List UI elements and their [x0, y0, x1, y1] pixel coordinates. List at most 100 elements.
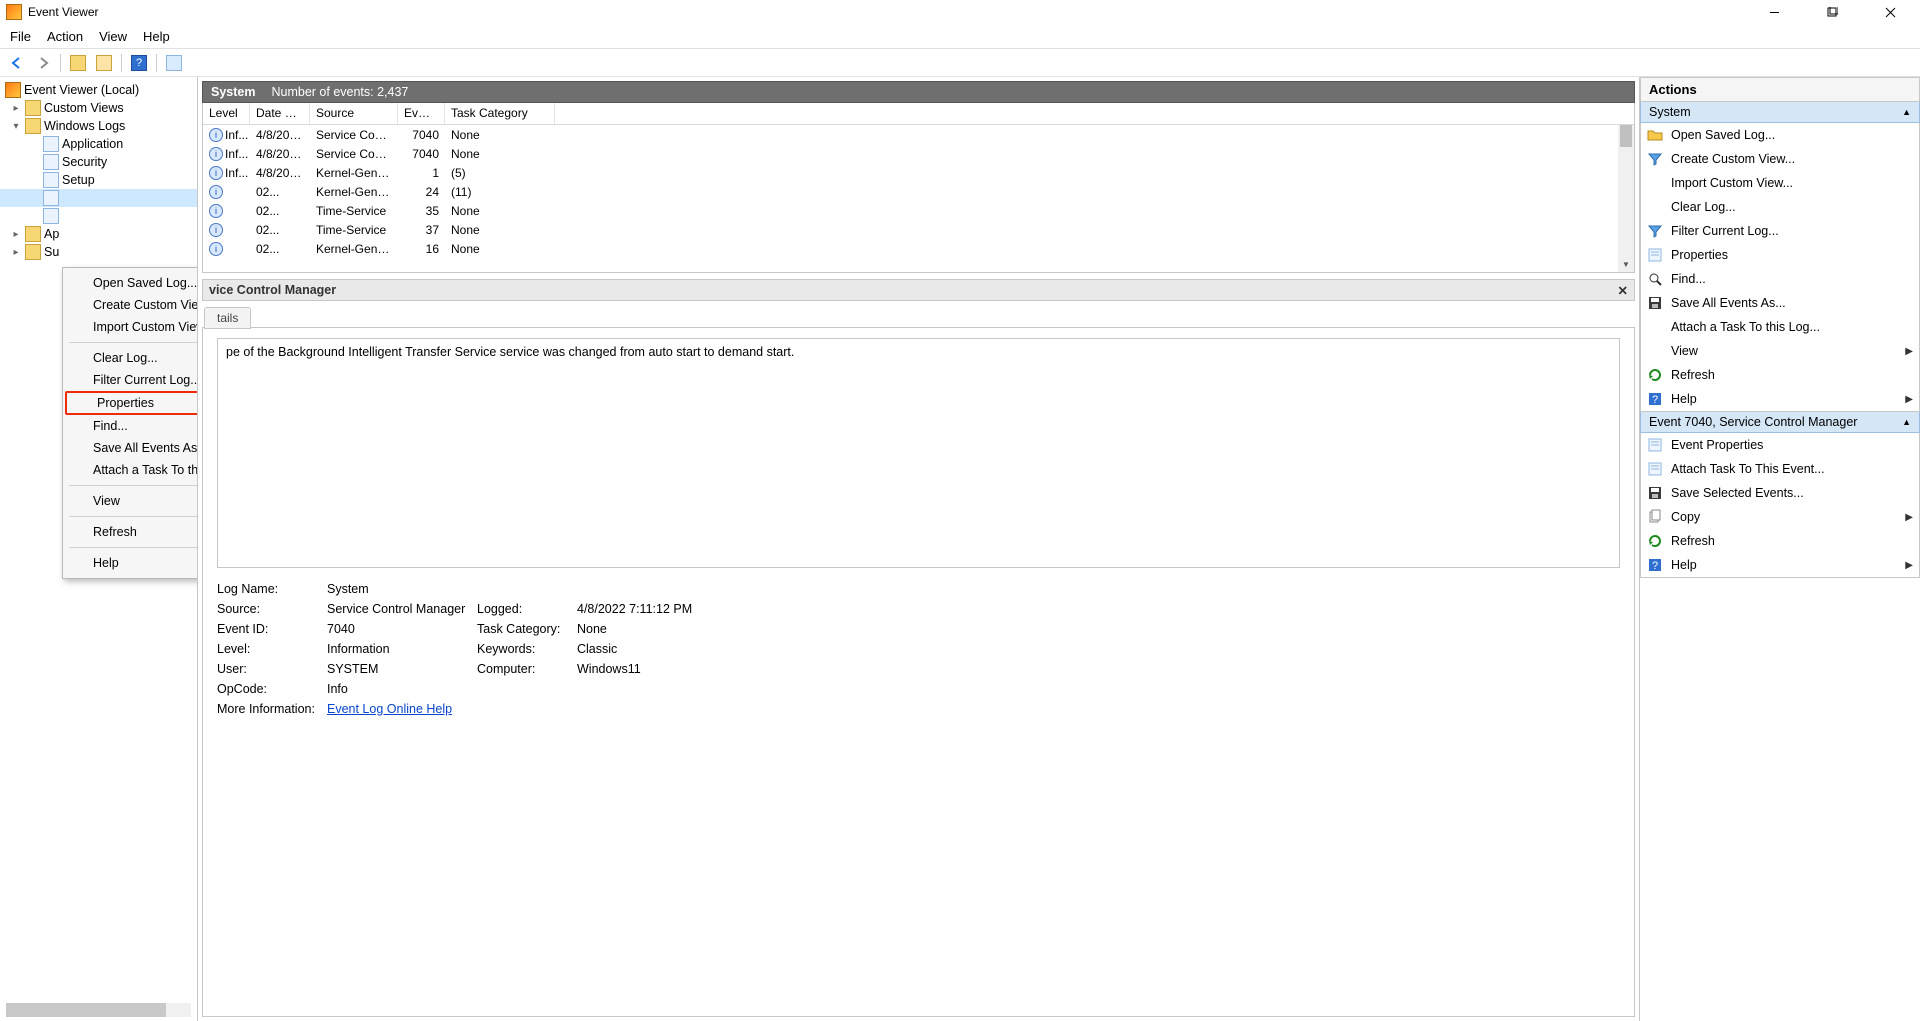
action-properties[interactable]: Properties: [1641, 243, 1919, 267]
action-save-selected-events[interactable]: Save Selected Events...: [1641, 481, 1919, 505]
actions-group-event[interactable]: Event 7040, Service Control Manager ▲: [1640, 412, 1920, 433]
ctx-create-custom-view[interactable]: Create Custom View...: [63, 294, 198, 316]
table-row[interactable]: iInf...4/8/202...Service Contr...7040Non…: [203, 125, 1634, 144]
ctx-filter-current-log[interactable]: Filter Current Log...: [63, 369, 198, 391]
col-date[interactable]: Date an...: [250, 103, 310, 124]
back-button[interactable]: [6, 52, 28, 74]
table-row[interactable]: i02...Time-Service37None: [203, 220, 1634, 239]
toolbar-btn-1[interactable]: [67, 52, 89, 74]
ctx-clear-log[interactable]: Clear Log...: [63, 347, 198, 369]
action-clear-log[interactable]: Clear Log...: [1641, 195, 1919, 219]
menu-help[interactable]: Help: [143, 29, 170, 44]
action-save-all-events-as[interactable]: Save All Events As...: [1641, 291, 1919, 315]
action-help[interactable]: ?Help▶: [1641, 553, 1919, 577]
tab-details[interactable]: tails: [204, 307, 251, 329]
menu-action[interactable]: Action: [47, 29, 83, 44]
tree-label: Setup: [62, 173, 95, 187]
ctx-save-all-events[interactable]: Save All Events As...: [63, 437, 198, 459]
action-help[interactable]: ?Help▶: [1641, 387, 1919, 411]
cell-source: Kernel-General: [310, 242, 398, 256]
table-row[interactable]: i02...Kernel-General24(11): [203, 182, 1634, 201]
action-open-saved-log[interactable]: Open Saved Log...: [1641, 123, 1919, 147]
table-row[interactable]: iInf...4/8/202...Kernel-General1(5): [203, 163, 1634, 182]
workarea: Event Viewer (Local) ▸ Custom Views ▾ Wi…: [0, 77, 1920, 1021]
forward-button[interactable]: [32, 52, 54, 74]
log-icon: [43, 190, 59, 206]
submenu-arrow-icon: ▶: [1905, 512, 1913, 523]
ctx-view[interactable]: View▸: [63, 490, 198, 512]
cell-category: None: [445, 242, 555, 256]
toolbar-btn-2[interactable]: [93, 52, 115, 74]
menu-view[interactable]: View: [99, 29, 127, 44]
tree-log-application[interactable]: Application: [0, 135, 197, 153]
action-import-custom-view[interactable]: Import Custom View...: [1641, 171, 1919, 195]
action-refresh[interactable]: Refresh: [1641, 529, 1919, 553]
menu-file[interactable]: File: [10, 29, 31, 44]
toolbar-help-icon[interactable]: ?: [128, 52, 150, 74]
col-level[interactable]: Level: [203, 103, 250, 124]
tree-scrollbar[interactable]: [6, 1003, 191, 1017]
maximize-button[interactable]: [1812, 1, 1852, 23]
action-find[interactable]: Find...: [1641, 267, 1919, 291]
tree-root[interactable]: Event Viewer (Local): [0, 81, 197, 99]
tree-label: Security: [62, 155, 107, 169]
action-label: Clear Log...: [1671, 200, 1736, 214]
toolbar-btn-4[interactable]: [163, 52, 185, 74]
link-event-log-help[interactable]: Event Log Online Help: [327, 702, 452, 716]
value-computer: Windows11: [577, 662, 777, 676]
actions-group-system[interactable]: System ▲: [1640, 102, 1920, 123]
tree-windows-logs[interactable]: ▾ Windows Logs: [0, 117, 197, 135]
scrollbar-thumb[interactable]: [1620, 125, 1632, 147]
action-filter-current-log[interactable]: Filter Current Log...: [1641, 219, 1919, 243]
ctx-open-saved-log[interactable]: Open Saved Log...: [63, 272, 198, 294]
label-moreinfo: More Information:: [217, 702, 327, 716]
ctx-help[interactable]: Help▸: [63, 552, 198, 574]
action-copy[interactable]: Copy▶: [1641, 505, 1919, 529]
action-create-custom-view[interactable]: Create Custom View...: [1641, 147, 1919, 171]
action-view[interactable]: View▶: [1641, 339, 1919, 363]
svg-text:?: ?: [1652, 394, 1658, 406]
table-row[interactable]: iInf...4/8/202...Service Contr...7040Non…: [203, 144, 1634, 163]
col-eventid[interactable]: Event...: [398, 103, 445, 124]
minimize-button[interactable]: [1754, 1, 1794, 23]
table-row[interactable]: i02...Kernel-General16None: [203, 239, 1634, 258]
info-icon: i: [209, 242, 223, 256]
tree-custom-views[interactable]: ▸ Custom Views: [0, 99, 197, 117]
tree-pane: Event Viewer (Local) ▸ Custom Views ▾ Wi…: [0, 77, 198, 1021]
blank-icon: [1647, 319, 1663, 335]
ctx-import-custom-view[interactable]: Import Custom View...: [63, 316, 198, 338]
expand-icon[interactable]: ▸: [10, 247, 22, 258]
tree-log-setup[interactable]: Setup: [0, 171, 197, 189]
scroll-down-icon[interactable]: ▼: [1618, 256, 1634, 272]
ctx-find[interactable]: Find...: [63, 415, 198, 437]
blank-icon: [1647, 343, 1663, 359]
tree-log-hidden[interactable]: [0, 207, 197, 225]
detail-body: pe of the Background Intelligent Transfe…: [202, 327, 1635, 1017]
expand-icon[interactable]: ▸: [10, 229, 22, 240]
actions-pane: Actions System ▲ Open Saved Log...Create…: [1640, 77, 1920, 1021]
col-source[interactable]: Source: [310, 103, 398, 124]
log-icon: [43, 208, 59, 224]
value-user: SYSTEM: [327, 662, 477, 676]
table-row[interactable]: i02...Time-Service35None: [203, 201, 1634, 220]
ctx-attach-task[interactable]: Attach a Task To this Log...: [63, 459, 198, 481]
ctx-properties-highlighted[interactable]: Properties: [65, 391, 198, 415]
expand-icon[interactable]: ▸: [10, 103, 22, 114]
action-attach-task-to-this-event[interactable]: Attach Task To This Event...: [1641, 457, 1919, 481]
close-button[interactable]: [1870, 1, 1910, 23]
collapse-icon[interactable]: ▾: [10, 121, 22, 132]
tree-log-system-selected[interactable]: [0, 189, 197, 207]
close-detail-button[interactable]: ✕: [1618, 283, 1628, 298]
tree-folder-truncated-1[interactable]: ▸ Ap: [0, 225, 197, 243]
col-taskcategory[interactable]: Task Category: [445, 103, 555, 124]
ctx-refresh[interactable]: Refresh: [63, 521, 198, 543]
tree-folder-truncated-2[interactable]: ▸ Su: [0, 243, 197, 261]
action-label: Filter Current Log...: [1671, 224, 1779, 238]
grid-scrollbar[interactable]: ▼: [1618, 125, 1634, 272]
copy-icon: [1647, 509, 1663, 525]
action-attach-a-task-to-this-log[interactable]: Attach a Task To this Log...: [1641, 315, 1919, 339]
scrollbar-thumb[interactable]: [6, 1003, 166, 1017]
action-refresh[interactable]: Refresh: [1641, 363, 1919, 387]
action-event-properties[interactable]: Event Properties: [1641, 433, 1919, 457]
tree-log-security[interactable]: Security: [0, 153, 197, 171]
